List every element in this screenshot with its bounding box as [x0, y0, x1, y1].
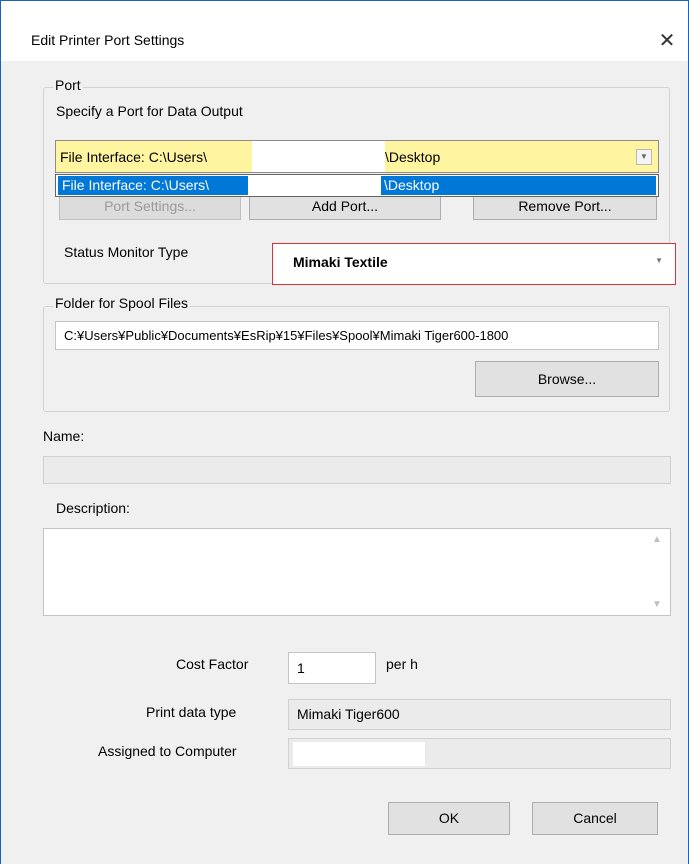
cost-factor-input[interactable]: 1 [288, 652, 376, 684]
print-data-type-label: Print data type [146, 704, 237, 720]
status-monitor-value: Mimaki Textile [293, 254, 388, 270]
chevron-down-icon[interactable]: ▼ [636, 149, 652, 165]
spool-folder-legend: Folder for Spool Files [53, 295, 191, 311]
description-label: Description: [56, 500, 130, 516]
browse-button[interactable]: Browse... [475, 361, 659, 397]
print-data-type-field: Mimaki Tiger600 [288, 699, 671, 730]
name-field[interactable] [43, 456, 671, 484]
port-select-prefix: File Interface: C:\Users\ [60, 149, 208, 165]
port-select[interactable]: File Interface: C:\Users\ \Desktop ▼ [55, 140, 659, 173]
cancel-button[interactable]: Cancel [532, 802, 658, 835]
dropdown-item-suffix: \Desktop [384, 177, 440, 193]
status-monitor-label: Status Monitor Type [64, 244, 189, 260]
redacted-username [252, 141, 385, 172]
scroll-up-icon[interactable]: ▲ [649, 534, 665, 545]
status-monitor-select[interactable]: Mimaki Textile ▼ [272, 243, 676, 285]
spool-path-field[interactable]: C:¥Users¥Public¥Documents¥EsRip¥15¥Files… [55, 321, 659, 350]
status-monitor-field: Mimaki Textile [287, 249, 669, 277]
ok-button[interactable]: OK [388, 802, 510, 835]
description-textarea[interactable] [43, 528, 671, 616]
assigned-computer-label: Assigned to Computer [98, 743, 237, 759]
assigned-computer-field [288, 738, 671, 769]
dropdown-item-prefix: File Interface: C:\Users\ [62, 177, 210, 193]
port-dropdown-item[interactable]: File Interface: C:\Users\ \Desktop [58, 176, 656, 195]
port-instruction: Specify a Port for Data Output [56, 103, 243, 119]
redacted-username-dropdown [248, 176, 381, 195]
scroll-down-icon[interactable]: ▼ [649, 599, 665, 610]
port-dropdown-list: File Interface: C:\Users\ \Desktop [55, 174, 659, 197]
cost-factor-label: Cost Factor [176, 656, 249, 672]
port-group-legend: Port [53, 77, 83, 93]
dialog-title: Edit Printer Port Settings [31, 32, 185, 48]
edit-printer-port-dialog: Edit Printer Port Settings ✕ Port Specif… [0, 0, 689, 864]
name-label: Name: [43, 428, 85, 444]
port-select-suffix: \Desktop [385, 149, 441, 165]
close-icon[interactable]: ✕ [655, 29, 679, 53]
cost-factor-unit: per h [386, 656, 418, 672]
chevron-down-icon[interactable]: ▼ [655, 256, 663, 265]
redacted-computer-name [293, 742, 425, 766]
